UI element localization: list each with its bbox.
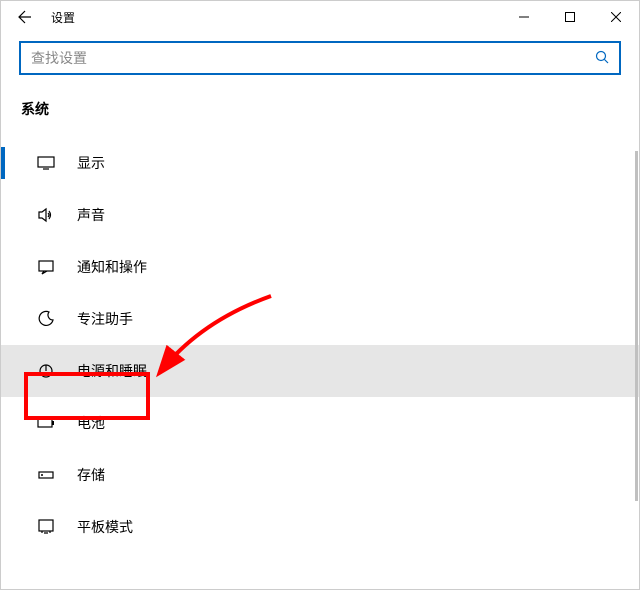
power-icon: [37, 362, 55, 380]
scrollbar[interactable]: [635, 151, 638, 501]
search-input[interactable]: [31, 50, 595, 66]
nav-item-focus[interactable]: 专注助手: [1, 293, 639, 345]
nav-label: 电池: [77, 413, 105, 433]
nav-label: 显示: [77, 153, 105, 173]
close-button[interactable]: [593, 1, 639, 33]
nav-item-power[interactable]: 电源和睡眠: [1, 345, 639, 397]
display-icon: [37, 154, 55, 172]
nav-label: 存储: [77, 465, 105, 485]
minimize-button[interactable]: [501, 1, 547, 33]
back-button[interactable]: [9, 1, 41, 33]
search-box[interactable]: [19, 41, 621, 75]
search-icon: [595, 50, 609, 67]
battery-icon: [37, 414, 55, 432]
nav-label: 平板模式: [77, 517, 133, 537]
nav-item-storage[interactable]: 存储: [1, 449, 639, 501]
nav-item-display[interactable]: 显示: [1, 137, 639, 189]
nav-item-notifications[interactable]: 通知和操作: [1, 241, 639, 293]
category-heading: 系统: [19, 99, 621, 119]
nav-label: 通知和操作: [77, 257, 147, 277]
sound-icon: [37, 206, 55, 224]
close-icon: [611, 12, 621, 22]
nav-item-tablet[interactable]: 平板模式: [1, 501, 639, 553]
content-area: 系统 显示 声音 通知和操作 专注助手: [1, 33, 639, 553]
focus-icon: [37, 310, 55, 328]
minimize-icon: [519, 12, 529, 22]
tablet-icon: [37, 518, 55, 536]
titlebar: 设置: [1, 1, 639, 33]
nav-item-battery[interactable]: 电池: [1, 397, 639, 449]
window-controls: [501, 1, 639, 33]
back-arrow-icon: [18, 10, 32, 24]
nav-label: 声音: [77, 205, 105, 225]
maximize-icon: [565, 12, 575, 22]
maximize-button[interactable]: [547, 1, 593, 33]
nav-label: 电源和睡眠: [77, 361, 147, 381]
nav-item-sound[interactable]: 声音: [1, 189, 639, 241]
storage-icon: [37, 466, 55, 484]
window-title: 设置: [51, 9, 75, 26]
notifications-icon: [37, 258, 55, 276]
nav-list: 显示 声音 通知和操作 专注助手 电源和睡眠: [19, 137, 621, 553]
nav-label: 专注助手: [77, 309, 133, 329]
